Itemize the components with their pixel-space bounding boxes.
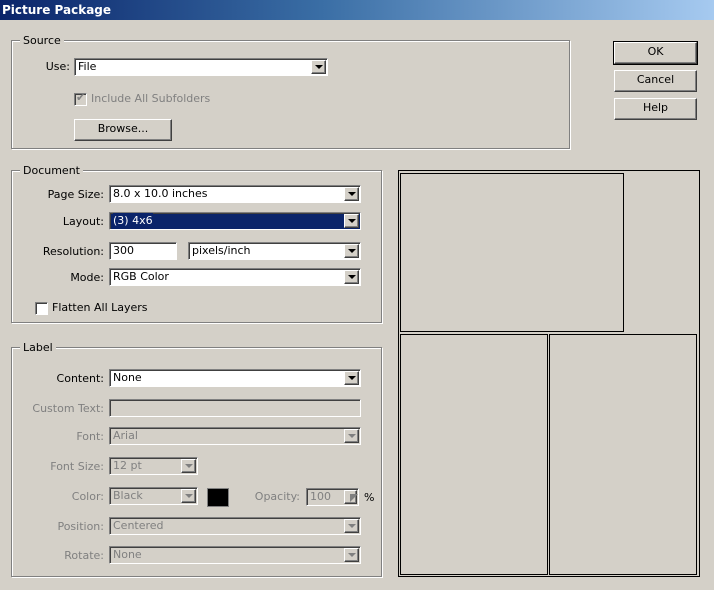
resolution-value: 300 xyxy=(113,244,134,257)
cancel-button[interactable]: Cancel xyxy=(614,70,697,92)
rotate-label: Rotate: xyxy=(64,549,104,562)
custom-text-label: Custom Text: xyxy=(32,402,104,415)
preview-cell-bottom-right[interactable] xyxy=(549,334,697,575)
chevron-down-icon[interactable] xyxy=(181,489,196,503)
color-label: Color: xyxy=(71,490,104,503)
color-value: Black xyxy=(113,489,143,502)
use-select[interactable]: File xyxy=(74,58,328,76)
page-size-label: Page Size: xyxy=(47,188,104,201)
help-button[interactable]: Help xyxy=(614,98,697,120)
layout-value: (3) 4x6 xyxy=(113,213,153,229)
include-subfolders-checkbox[interactable]: ✔ xyxy=(74,91,87,106)
custom-text-input[interactable] xyxy=(109,399,361,417)
color-swatch[interactable] xyxy=(207,488,229,507)
resolution-unit-select[interactable]: pixels/inch xyxy=(188,242,361,260)
content-value: None xyxy=(113,371,142,384)
page-size-select[interactable]: 8.0 x 10.0 inches xyxy=(109,185,361,203)
preview-cell-bottom-left[interactable] xyxy=(400,334,548,575)
window-title-bar: Picture Package xyxy=(0,0,714,20)
font-size-select[interactable]: 12 pt xyxy=(109,457,198,475)
document-legend: Document xyxy=(20,164,83,178)
mode-value: RGB Color xyxy=(113,270,169,283)
font-label: Font: xyxy=(76,430,104,443)
position-label: Position: xyxy=(57,520,104,533)
resolution-label: Resolution: xyxy=(42,245,104,258)
content-select[interactable]: None xyxy=(109,369,361,387)
color-select[interactable]: Black xyxy=(109,487,198,505)
checkmark-icon: ✔ xyxy=(76,91,86,104)
mode-label: Mode: xyxy=(70,271,104,284)
use-select-value: File xyxy=(78,60,97,73)
chevron-down-icon[interactable] xyxy=(344,214,359,228)
rotate-value: None xyxy=(113,548,142,561)
chevron-down-icon[interactable] xyxy=(344,548,359,562)
position-value: Centered xyxy=(113,519,164,532)
font-select[interactable]: Arial xyxy=(109,427,361,445)
use-label: Use: xyxy=(45,60,70,73)
opacity-value: 100 xyxy=(310,490,331,503)
chevron-down-icon[interactable] xyxy=(344,187,359,201)
opacity-label: Opacity: xyxy=(254,490,300,503)
flatten-layers-checkbox[interactable] xyxy=(35,302,48,315)
layout-select[interactable]: (3) 4x6 xyxy=(109,212,361,230)
opacity-unit: % xyxy=(364,491,375,504)
chevron-down-icon[interactable] xyxy=(344,371,359,385)
resolution-input[interactable]: 300 xyxy=(109,242,177,260)
layout-preview[interactable] xyxy=(398,170,700,577)
preview-cell-top[interactable] xyxy=(400,173,624,332)
chevron-down-icon[interactable] xyxy=(344,519,359,533)
chevron-down-icon[interactable] xyxy=(181,459,196,473)
flatten-layers-label: Flatten All Layers xyxy=(52,301,148,314)
layout-label: Layout: xyxy=(62,215,104,228)
ok-button[interactable]: OK xyxy=(613,41,698,65)
font-size-label: Font Size: xyxy=(50,460,104,473)
resolution-unit-value: pixels/inch xyxy=(192,244,251,257)
window-title: Picture Package xyxy=(2,3,112,17)
label-legend: Label xyxy=(20,341,56,355)
include-subfolders-label: Include All Subfolders xyxy=(91,92,211,105)
page-size-value: 8.0 x 10.0 inches xyxy=(113,187,208,200)
chevron-down-icon[interactable] xyxy=(344,429,359,443)
content-label: Content: xyxy=(56,372,104,385)
opacity-input[interactable]: 100 xyxy=(306,488,359,506)
chevron-right-icon[interactable] xyxy=(344,490,358,504)
font-size-value: 12 pt xyxy=(113,459,142,472)
browse-button[interactable]: Browse... xyxy=(74,119,172,141)
rotate-select[interactable]: None xyxy=(109,546,361,564)
chevron-down-icon[interactable] xyxy=(344,244,359,258)
position-select[interactable]: Centered xyxy=(109,517,361,535)
source-legend: Source xyxy=(20,34,64,48)
chevron-down-icon[interactable] xyxy=(344,270,359,284)
font-value: Arial xyxy=(113,429,138,442)
chevron-down-icon[interactable] xyxy=(311,60,326,74)
mode-select[interactable]: RGB Color xyxy=(109,268,361,286)
